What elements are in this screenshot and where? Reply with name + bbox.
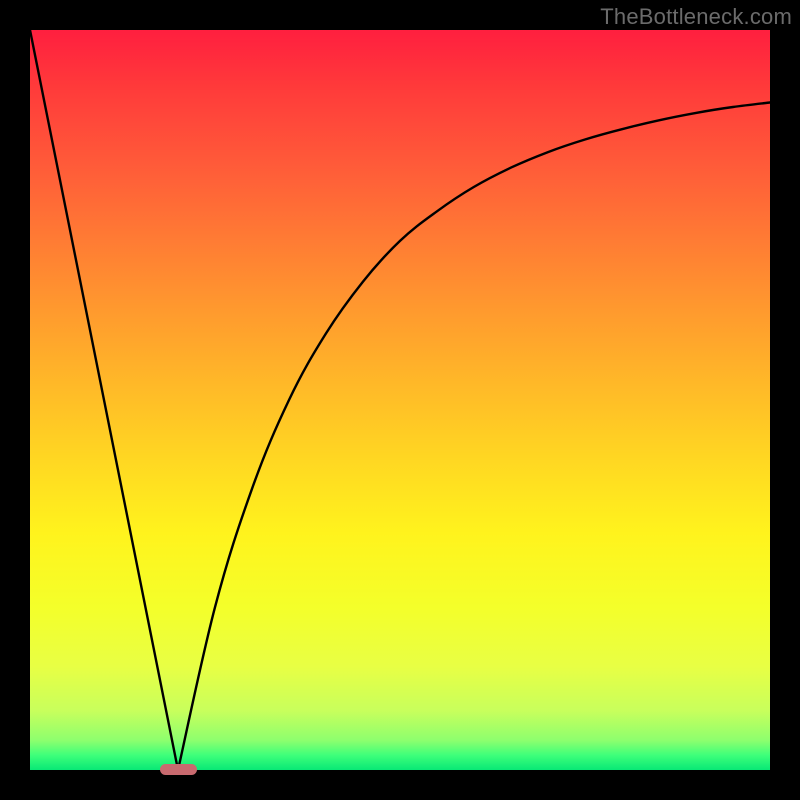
optimum-marker — [160, 764, 197, 775]
curve-path — [30, 30, 770, 770]
watermark-text: TheBottleneck.com — [600, 4, 792, 30]
bottleneck-curve — [30, 30, 770, 770]
plot-area — [30, 30, 770, 770]
chart-frame: TheBottleneck.com — [0, 0, 800, 800]
